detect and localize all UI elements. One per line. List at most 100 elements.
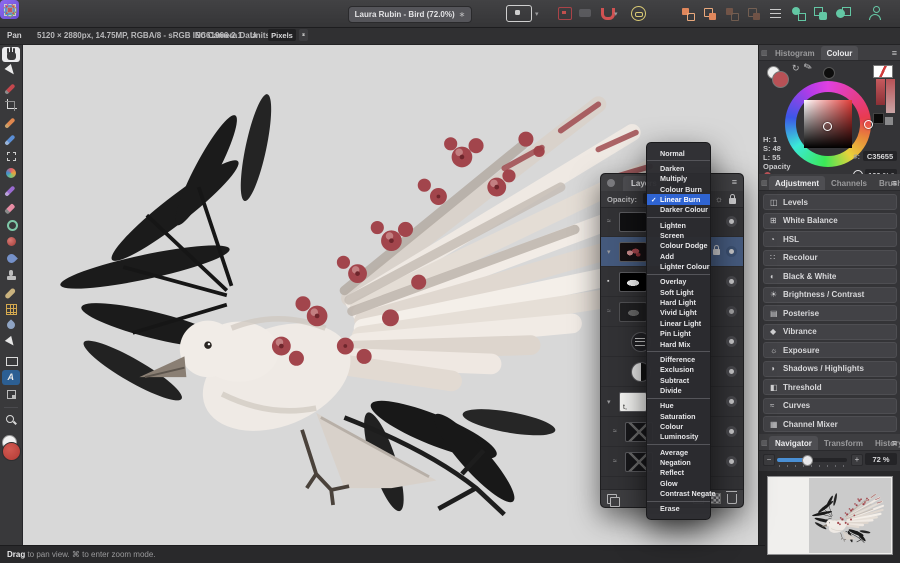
navigator-page[interactable] [767, 476, 893, 555]
layer-thumbnail[interactable] [619, 211, 647, 232]
units-select[interactable]: Pixels [268, 29, 296, 41]
blend-mode-option[interactable]: Subtract [647, 375, 710, 385]
alignment-icon[interactable] [766, 4, 786, 23]
boolean-subtract-icon[interactable] [811, 4, 831, 23]
blend-mode-option[interactable]: Vivid Light [647, 308, 710, 318]
swap-colours-icon[interactable]: ↻ [792, 63, 800, 74]
duplicate-layer-icon[interactable] [607, 493, 620, 507]
blend-mode-option[interactable]: Add [647, 251, 710, 261]
adjustment-item[interactable]: ◧ Threshold [763, 379, 897, 395]
layer-visibility-toggle[interactable] [726, 366, 737, 377]
expand-chevron-icon[interactable] [613, 428, 621, 435]
view-mode-caret-icon[interactable]: ▾ [535, 10, 539, 18]
view-mode-button[interactable] [506, 5, 532, 22]
expand-chevron-icon[interactable] [607, 278, 615, 285]
primary-swatch[interactable] [772, 71, 789, 88]
panel-tab[interactable]: Adjustment [769, 176, 825, 190]
colour-marker-icon[interactable] [823, 122, 832, 131]
snapping-caret-icon[interactable]: ▾ [614, 10, 618, 18]
panel-close-icon[interactable] [607, 179, 615, 187]
layer-visibility-toggle[interactable] [726, 216, 737, 227]
blend-mode-option[interactable]: Darker Colour [647, 205, 710, 215]
layer-thumbnail[interactable] [619, 391, 647, 412]
gear-icon[interactable]: ☼ [715, 194, 723, 204]
navigator-preview[interactable] [759, 471, 900, 563]
expand-chevron-icon[interactable] [607, 308, 615, 315]
zoom-in-button[interactable]: + [851, 454, 863, 466]
blend-mode-option[interactable]: Difference [647, 351, 710, 364]
flood-select-tool[interactable] [2, 166, 20, 181]
blend-mode-option[interactable]: Negation [647, 457, 710, 467]
adjustment-item[interactable]: ⊞ White Balance [763, 212, 897, 229]
panel-collapse-icon[interactable]: ▥ [761, 179, 768, 187]
blend-mode-option[interactable]: Darken [647, 160, 710, 173]
blend-mode-option[interactable]: Saturation [647, 411, 710, 421]
panel-tab[interactable]: Transform [818, 436, 869, 450]
shade-strip-light[interactable] [886, 79, 895, 113]
units-stepper[interactable]: ▴ ▾ [299, 29, 308, 41]
move-tool[interactable] [2, 64, 20, 79]
adjustment-item[interactable]: ◑ Shadows / Highlights [763, 360, 897, 377]
rectangle-tool[interactable] [2, 353, 20, 368]
blend-mode-option[interactable]: Pin Light [647, 329, 710, 339]
marquee-select-tool[interactable] [2, 149, 20, 164]
layer-thumbnail[interactable] [619, 271, 647, 292]
blend-mode-option[interactable]: Erase [647, 500, 710, 514]
blend-mode-option[interactable]: Linear Light [647, 318, 710, 328]
layer-visibility-toggle[interactable] [726, 456, 737, 467]
marquee-frame-icon[interactable] [0, 0, 20, 19]
pan-tool[interactable] [2, 47, 20, 62]
black-square-swatch[interactable] [873, 113, 884, 124]
expand-chevron-icon[interactable] [613, 458, 621, 465]
expand-chevron-icon[interactable] [607, 398, 615, 406]
panel-menu-icon[interactable]: ≡ [892, 178, 897, 188]
layer-visibility-toggle[interactable] [726, 276, 737, 287]
blend-mode-option[interactable]: Multiply [647, 174, 710, 184]
arrange-backward-icon[interactable] [700, 4, 720, 23]
gray-square-swatch[interactable] [885, 117, 893, 125]
blend-mode-option[interactable]: Colour [647, 421, 710, 431]
arrange-forward-icon[interactable] [678, 4, 698, 23]
clone-stamp-tool[interactable] [2, 268, 20, 283]
snapping-magnet-icon[interactable] [601, 8, 615, 20]
adjustment-item[interactable]: ≈ Curves [763, 397, 897, 414]
delete-layer-icon[interactable] [726, 490, 737, 504]
hex-value-field[interactable]: C35655 [863, 151, 897, 161]
adjustment-item[interactable]: ◫ Levels [763, 194, 897, 210]
zoom-value-field[interactable]: 72 % [865, 453, 897, 465]
blend-mode-option[interactable]: Contrast Negate [647, 488, 716, 498]
burn-tool[interactable] [2, 234, 20, 249]
black-swatch[interactable] [823, 67, 835, 79]
layer-visibility-toggle[interactable] [726, 246, 737, 257]
adjustment-item[interactable]: ◐ Black & White [763, 268, 897, 284]
adjustment-item[interactable]: ☼ Exposure [763, 342, 897, 358]
colour-picker-tool[interactable] [2, 81, 20, 96]
blend-mode-option[interactable]: Luminosity [647, 432, 710, 442]
blend-mode-option[interactable]: Exclusion [647, 365, 710, 375]
picker-brush-icon[interactable]: ✎ [802, 61, 814, 74]
smudge-tool[interactable] [2, 251, 20, 266]
blend-mode-option[interactable]: Screen [647, 230, 710, 240]
crop-tool[interactable] [2, 98, 20, 113]
blend-mode-option[interactable]: Normal [647, 148, 710, 158]
layer-thumbnail[interactable] [619, 241, 647, 262]
blend-mode-option[interactable]: Lighter Colour [647, 261, 710, 271]
adjustment-item[interactable]: ☀ Brightness / Contrast [763, 286, 897, 303]
zoom-tool[interactable] [2, 413, 20, 428]
node-tool[interactable] [2, 336, 20, 351]
boolean-add-icon[interactable] [789, 4, 809, 23]
document-title-dropdown[interactable]: Laura Rubin - Bird (72.0%) ∗ [348, 6, 472, 23]
crop-badge-icon[interactable] [558, 7, 572, 20]
panel-menu-icon[interactable]: ≡ [892, 48, 897, 58]
blend-mode-option[interactable]: Hard Light [647, 297, 710, 307]
panel-collapse-icon[interactable]: ▥ [761, 439, 768, 447]
blur-tool[interactable] [2, 319, 20, 334]
dodge-tool[interactable] [2, 217, 20, 232]
blend-mode-option[interactable]: Divide [647, 385, 710, 395]
shade-strip-dark[interactable] [876, 79, 885, 105]
adjustment-item[interactable]: ◔ HSL [763, 231, 897, 247]
text-tool[interactable] [2, 370, 20, 385]
panel-menu-icon[interactable]: ≡ [892, 438, 897, 448]
blend-mode-option[interactable]: Overlay [647, 273, 710, 287]
blend-mode-option[interactable]: Average [647, 443, 710, 457]
